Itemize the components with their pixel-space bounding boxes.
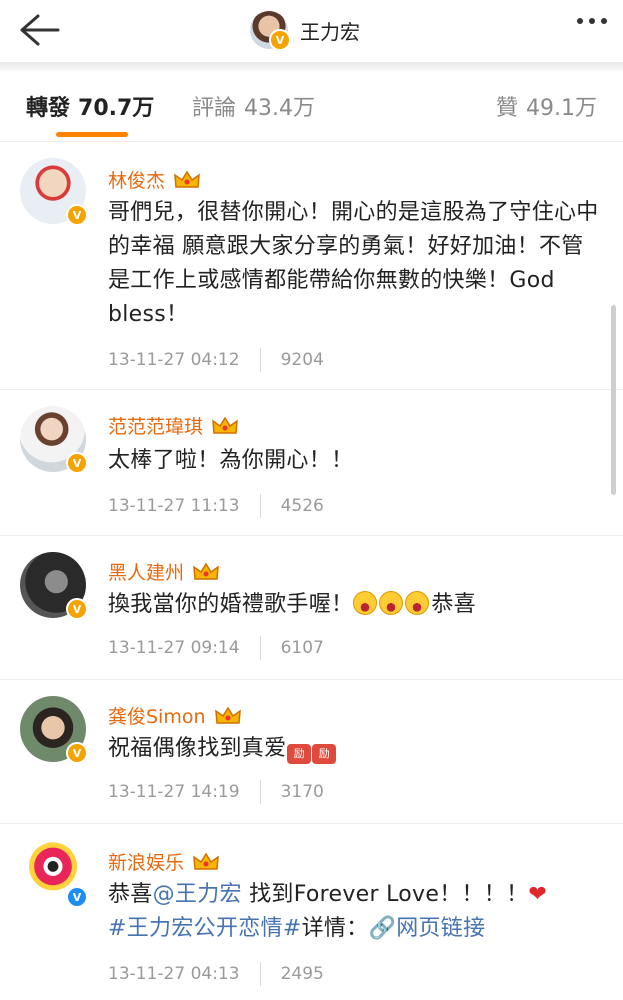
mention-link[interactable]: @王力宏 bbox=[153, 882, 242, 907]
divider bbox=[259, 962, 261, 986]
back-arrow-icon[interactable] bbox=[16, 10, 62, 50]
repost-count: 6107 bbox=[280, 638, 324, 658]
post-meta: 13-11-27 11:13 4526 bbox=[108, 494, 324, 518]
repost-text: 換我當你的婚禮歌手喔！ 恭喜 bbox=[108, 591, 476, 617]
avatar[interactable]: V bbox=[20, 696, 88, 764]
verified-badge-icon: V bbox=[66, 452, 88, 474]
more-dots-icon[interactable] bbox=[577, 18, 607, 24]
avatar[interactable]: V bbox=[20, 406, 88, 474]
crown-icon bbox=[193, 562, 219, 580]
list-item: V 黑人建州 換我當你的婚禮歌手喔！ 恭喜 13-11-27 09:14 6107 bbox=[0, 536, 623, 680]
post-meta: 13-11-27 14:19 3170 bbox=[108, 780, 324, 804]
repost-text: 哥們兒，很替你開心！開心的是這股為了守住心中的幸福 願意跟大家分享的勇氣！好好加… bbox=[108, 200, 599, 327]
hashtag-link[interactable]: #王力宏公开恋情# bbox=[108, 916, 302, 941]
tab-comments[interactable]: 評論 43.4万 bbox=[192, 90, 315, 122]
timestamp: 13-11-27 14:19 bbox=[108, 782, 240, 802]
sticker-icon: 励 bbox=[312, 744, 337, 764]
timestamp: 13-11-27 04:13 bbox=[108, 964, 240, 984]
avatar[interactable]: V bbox=[20, 840, 88, 908]
verified-badge-icon: V bbox=[66, 742, 88, 764]
repost-count: 9204 bbox=[280, 350, 324, 370]
header-avatar[interactable]: V bbox=[250, 11, 291, 51]
username[interactable]: 龚俊Simon bbox=[108, 702, 242, 729]
scrollbar[interactable] bbox=[611, 305, 616, 495]
timestamp: 13-11-27 11:13 bbox=[108, 496, 240, 516]
list-item: V 龚俊Simon 祝福偶像找到真爱励励 13-11-27 14:19 3170 bbox=[0, 680, 623, 824]
laughing-emoji-icon bbox=[405, 591, 430, 615]
web-link[interactable]: 🔗网页链接 bbox=[368, 916, 485, 941]
repost-text: 祝福偶像找到真爱励励 bbox=[108, 732, 603, 766]
verified-badge-icon: V bbox=[66, 598, 88, 620]
repost-list: V 林俊杰 哥們兒，很替你開心！開心的是這股為了守住心中的幸福 願意跟大家分享的… bbox=[0, 142, 623, 1000]
post-meta: 13-11-27 04:13 2495 bbox=[108, 962, 324, 986]
username[interactable]: 林俊杰 bbox=[108, 166, 201, 193]
repost-text: 太棒了啦！為你開心！！ bbox=[108, 448, 354, 473]
verified-badge-icon: V bbox=[66, 886, 88, 908]
list-item: V 林俊杰 哥們兒，很替你開心！開心的是這股為了守住心中的幸福 願意跟大家分享的… bbox=[0, 142, 623, 390]
username[interactable]: 范范范瑋琪 bbox=[108, 412, 239, 439]
verified-badge-icon: V bbox=[66, 204, 88, 226]
avatar[interactable]: V bbox=[20, 552, 88, 620]
repost-count: 4526 bbox=[280, 496, 324, 516]
divider bbox=[259, 348, 261, 372]
laughing-emoji-icon bbox=[379, 591, 404, 615]
tab-bar: 轉發 70.7万 評論 43.4万 贊 49.1万 bbox=[0, 70, 623, 142]
crown-icon bbox=[174, 170, 200, 188]
crown-icon bbox=[193, 852, 219, 870]
laughing-emoji-icon bbox=[353, 591, 378, 615]
heart-icon: ❤ bbox=[528, 882, 548, 907]
repost-text: 恭喜@王力宏 找到Forever Love！！！！❤ #王力宏公开恋情#详情：🔗… bbox=[108, 882, 548, 941]
link-icon: 🔗 bbox=[368, 916, 397, 941]
header-user[interactable]: V 王力宏 bbox=[250, 6, 360, 54]
divider bbox=[259, 636, 261, 660]
post-meta: 13-11-27 09:14 6107 bbox=[108, 636, 324, 660]
username[interactable]: 黑人建州 bbox=[108, 558, 220, 585]
post-meta: 13-11-27 04:12 9204 bbox=[108, 348, 324, 372]
active-tab-indicator bbox=[56, 132, 128, 137]
crown-icon bbox=[214, 706, 241, 724]
header-divider bbox=[0, 62, 623, 70]
username[interactable]: 新浪娱乐 bbox=[108, 848, 220, 875]
list-item: V 范范范瑋琪 太棒了啦！為你開心！！ 13-11-27 11:13 4526 bbox=[0, 390, 623, 536]
divider bbox=[259, 494, 261, 518]
top-bar: V 王力宏 bbox=[0, 0, 623, 62]
repost-count: 3170 bbox=[280, 782, 324, 802]
repost-count: 2495 bbox=[280, 964, 324, 984]
sticker-icon: 励 bbox=[287, 744, 312, 764]
list-item: V 新浪娱乐 恭喜@王力宏 找到Forever Love！！！！❤ #王力宏公开… bbox=[0, 824, 623, 1000]
timestamp: 13-11-27 09:14 bbox=[108, 638, 240, 658]
avatar[interactable]: V bbox=[20, 158, 88, 226]
timestamp: 13-11-27 04:12 bbox=[108, 350, 240, 370]
verified-badge-icon: V bbox=[269, 29, 291, 51]
tab-likes[interactable]: 贊 49.1万 bbox=[496, 90, 597, 122]
crown-icon bbox=[212, 416, 238, 434]
page-title: 王力宏 bbox=[300, 19, 360, 44]
tab-reposts[interactable]: 轉發 70.7万 bbox=[26, 90, 154, 122]
divider bbox=[259, 780, 261, 804]
